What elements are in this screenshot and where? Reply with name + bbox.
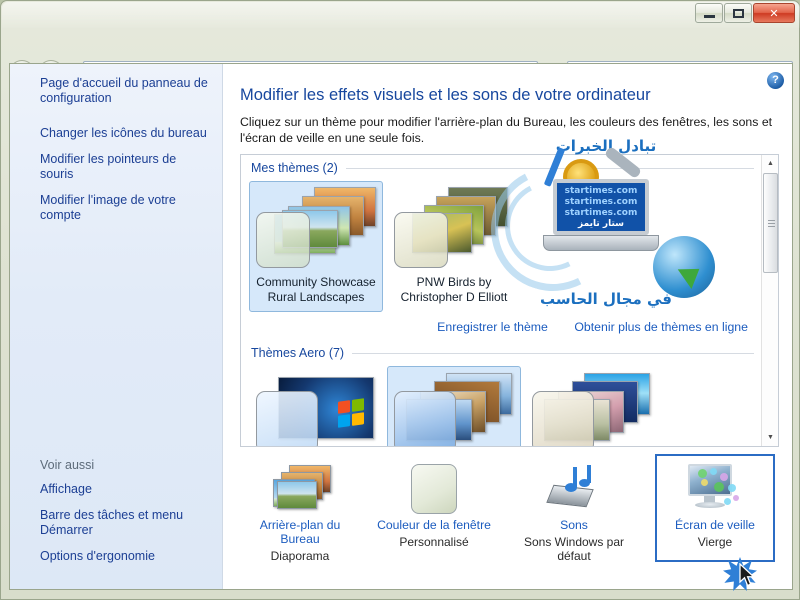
sidebar: Page d'accueil du panneau de configurati…	[10, 64, 223, 589]
scrollbar-thumb[interactable]	[763, 173, 778, 273]
scrollbar-grip-icon	[768, 220, 775, 229]
page-title: Modifier les effets visuels et les sons …	[240, 86, 651, 104]
sidebar-item-ease-of-access[interactable]: Options d'ergonomie	[10, 549, 223, 564]
setting-label: Écran de veille	[675, 518, 755, 532]
close-button[interactable]: ✕	[753, 3, 795, 23]
sidebar-item-change-mouse-pointers[interactable]: Modifier les pointeurs de souris	[10, 152, 222, 182]
theme-item-architecture[interactable]	[387, 366, 521, 446]
theme-item-characters[interactable]	[525, 366, 659, 446]
setting-value: Sons Windows par défaut	[523, 535, 625, 563]
theme-thumbnail	[252, 186, 380, 270]
setting-label: Arrière-plan du Bureau	[259, 518, 341, 546]
maximize-button[interactable]	[724, 3, 752, 23]
theme-item-pnw-birds[interactable]: PNW Birds by Christopher D Elliott	[387, 181, 521, 312]
theme-item-windows-7[interactable]	[249, 366, 383, 446]
theme-row-aero	[241, 360, 762, 446]
navigation-bar: ← → « Apparence et personnalisation ▸ Pe…	[1, 29, 800, 86]
minimize-button[interactable]	[695, 3, 723, 23]
theme-group-header-aero: Thèmes Aero (7)	[241, 340, 762, 360]
theme-label: PNW Birds by Christopher D Elliott	[400, 275, 508, 304]
desktop-background-icon	[242, 460, 358, 518]
theme-thumbnail	[528, 371, 656, 446]
theme-group-header-my-themes: Mes thèmes (2)	[241, 155, 762, 175]
theme-action-links: Enregistrer le thème Obtenir plus de thè…	[241, 312, 762, 340]
help-icon[interactable]: ?	[767, 72, 784, 89]
window-controls: ✕	[694, 3, 795, 23]
setting-value: Personnalisé	[399, 535, 469, 549]
sidebar-item-taskbar-start-menu[interactable]: Barre des tâches et menu Démarrer	[10, 508, 223, 538]
divider	[345, 167, 754, 169]
theme-label: Community Showcase Rural Landscapes	[256, 275, 376, 304]
sidebar-top-links: Page d'accueil du panneau de configurati…	[10, 64, 222, 223]
see-also-heading: Voir aussi	[40, 458, 95, 472]
sidebar-see-also: Voir aussi Affichage Barre des tâches et…	[10, 458, 223, 575]
windows-logo-icon	[338, 398, 364, 428]
theme-list-scrollbar[interactable]: ▲ ▼	[761, 155, 778, 446]
titlebar: ✕	[1, 1, 800, 29]
save-theme-link[interactable]: Enregistrer le thème	[437, 320, 548, 334]
setting-desktop-background[interactable]: Arrière-plan du Bureau Diaporama	[240, 454, 360, 563]
theme-thumbnail	[252, 371, 380, 446]
get-more-themes-online-link[interactable]: Obtenir plus de thèmes en ligne	[574, 320, 748, 334]
theme-item-community-showcase[interactable]: Community Showcase Rural Landscapes	[249, 181, 383, 312]
scroll-down-button[interactable]: ▼	[762, 429, 778, 446]
setting-sounds[interactable]: Sons Sons Windows par défaut	[514, 454, 634, 563]
personalization-settings-strip: Arrière-plan du Bureau Diaporama Couleur…	[240, 454, 779, 569]
setting-value: Diaporama	[270, 549, 330, 563]
screen-saver-icon	[657, 460, 773, 518]
theme-group-label: Thèmes Aero (7)	[251, 346, 345, 360]
theme-row-my-themes: Community Showcase Rural Landscapes PNW …	[241, 175, 762, 312]
sidebar-item-change-account-picture[interactable]: Modifier l'image de votre compte	[10, 193, 222, 223]
scroll-up-button[interactable]: ▲	[762, 155, 778, 172]
setting-window-color[interactable]: Couleur de la fenêtre Personnalisé	[374, 454, 494, 562]
control-panel-window: ✕ ← → « Apparence et personnalisation ▸ …	[0, 0, 800, 600]
theme-thumbnail	[390, 186, 518, 270]
content-area: Page d'accueil du panneau de configurati…	[9, 63, 793, 590]
sidebar-item-change-desktop-icons[interactable]: Changer les icônes du bureau	[10, 126, 222, 141]
setting-label: Sons	[560, 518, 588, 532]
page-description: Cliquez sur un thème pour modifier l'arr…	[240, 115, 773, 145]
theme-list-scroll-region: Mes thèmes (2) Community Showcase Rural …	[241, 155, 762, 446]
theme-thumbnail	[390, 371, 518, 446]
window-color-icon	[376, 460, 492, 518]
main-pane: Modifier les effets visuels et les sons …	[224, 64, 792, 589]
setting-screen-saver[interactable]: Écran de veille Vierge	[655, 454, 775, 562]
setting-value: Vierge	[697, 535, 733, 549]
sounds-icon	[516, 460, 632, 518]
theme-list: Mes thèmes (2) Community Showcase Rural …	[240, 154, 779, 447]
setting-label: Couleur de la fenêtre	[377, 518, 491, 532]
theme-group-label: Mes thèmes (2)	[251, 161, 338, 175]
sidebar-item-control-panel-home[interactable]: Page d'accueil du panneau de configurati…	[10, 76, 222, 106]
sidebar-item-display[interactable]: Affichage	[10, 482, 223, 497]
divider	[352, 352, 754, 354]
